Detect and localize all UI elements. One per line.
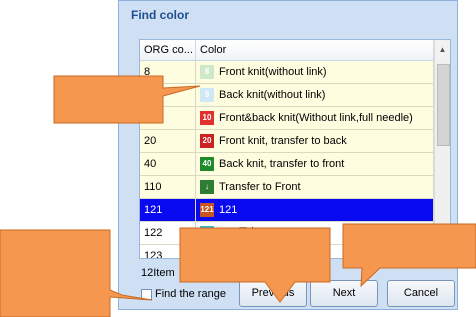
callout-top — [53, 75, 201, 124]
callout-overlay — [0, 75, 476, 317]
callout-shapes — [0, 75, 476, 317]
callout-bottom-left — [0, 229, 153, 317]
callout-previous — [179, 227, 331, 303]
callout-next — [342, 223, 476, 288]
